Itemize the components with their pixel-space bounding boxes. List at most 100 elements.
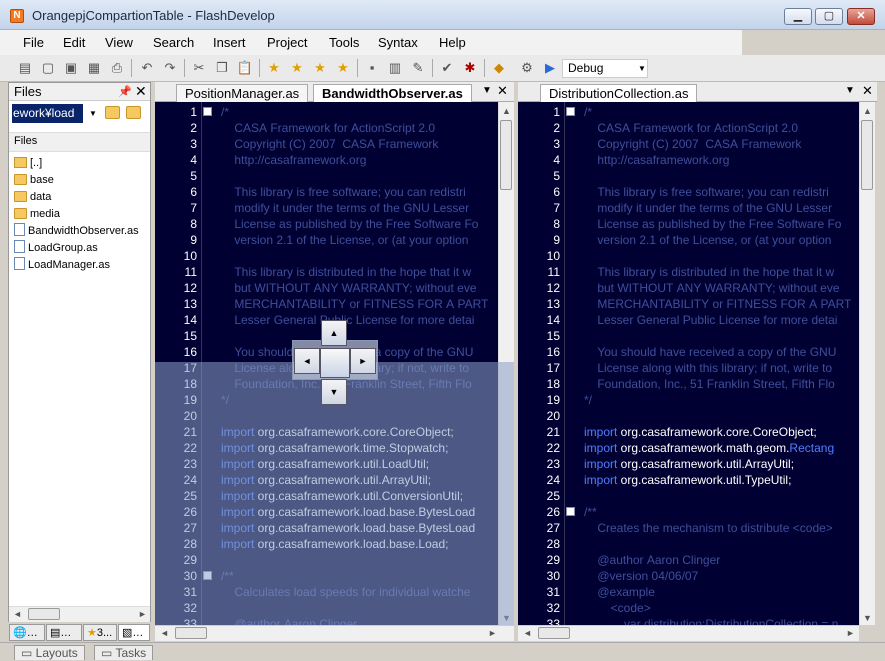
list-item[interactable]: LoadManager.as xyxy=(14,257,110,273)
code-line: MERCHANTABILITY or FITNESS FOR A PART xyxy=(584,296,851,312)
save-all-icon[interactable]: ▦ xyxy=(85,59,103,77)
bookmark-clear-icon[interactable]: ★ xyxy=(334,59,352,77)
menu-edit[interactable]: Edit xyxy=(63,33,85,52)
scrollbar-thumb[interactable] xyxy=(861,120,873,190)
code-text: Lesser General Public License for more d… xyxy=(584,313,838,327)
tab-bookmarks-panel[interactable]: ★3... xyxy=(83,624,117,641)
minimize-button[interactable]: ▁ xyxy=(784,8,812,25)
command-prompt-icon[interactable]: ▪ xyxy=(363,59,381,77)
new-file-icon[interactable]: ▤ xyxy=(16,59,34,77)
scroll-right-icon[interactable]: ► xyxy=(138,606,147,622)
list-item[interactable]: BandwidthObserver.as xyxy=(14,223,139,239)
tab-menu-icon[interactable]: ▼ xyxy=(845,85,855,96)
line-number: 11 xyxy=(184,265,197,279)
list-item[interactable]: LoadGroup.as xyxy=(14,240,98,256)
tab-position-manager[interactable]: PositionManager.as xyxy=(176,84,309,102)
list-item[interactable]: data xyxy=(14,189,51,205)
dock-right-icon[interactable]: ► xyxy=(350,348,376,374)
scroll-down-icon[interactable]: ▼ xyxy=(863,610,872,626)
paste-icon[interactable]: 📋 xyxy=(236,59,254,77)
dock-top-icon[interactable]: ▲ xyxy=(321,320,347,346)
code-line: */ xyxy=(584,392,592,408)
menu-search[interactable]: Search xyxy=(153,33,194,52)
tab-distribution-collection[interactable]: DistributionCollection.as xyxy=(540,84,698,102)
scrollbar-thumb[interactable] xyxy=(28,608,60,620)
line-number: 18 xyxy=(546,377,560,391)
menu-syntax[interactable]: Syntax xyxy=(378,33,418,52)
code-line: Foundation, Inc., 51 Franklin Street, Fi… xyxy=(584,376,834,392)
line-number: 28 xyxy=(546,537,560,551)
menu-view[interactable]: View xyxy=(105,33,133,52)
sync-folder-icon[interactable] xyxy=(126,106,141,119)
fold-toggle-icon[interactable] xyxy=(566,507,575,516)
tab-project-panel[interactable]: ▤… xyxy=(46,624,82,641)
project-box-icon[interactable]: ◆ xyxy=(490,59,508,77)
menu-project[interactable]: Project xyxy=(267,33,307,52)
tab-menu-icon[interactable]: ▼ xyxy=(482,85,492,96)
path-input[interactable]: ework¥load xyxy=(12,104,83,123)
menu-help[interactable]: Help xyxy=(439,33,466,52)
list-item[interactable]: base xyxy=(14,172,54,188)
scrollbar-thumb[interactable] xyxy=(538,627,570,639)
fold-toggle-icon[interactable] xyxy=(566,107,575,116)
dock-bottom-icon[interactable]: ▼ xyxy=(321,379,347,405)
close-button[interactable]: ✕ xyxy=(847,8,875,25)
toolbar-separator xyxy=(131,59,132,77)
chevron-down-icon[interactable]: ▼ xyxy=(636,59,648,78)
tools-icon[interactable]: ✎ xyxy=(409,59,427,77)
copy-icon[interactable]: ❐ xyxy=(213,59,231,77)
editor-left-horizontal-scrollbar[interactable] xyxy=(155,625,514,641)
settings-gear-icon[interactable]: ⚙ xyxy=(518,59,536,77)
tab-files-panel[interactable]: 🌐… xyxy=(9,624,45,641)
menu-file[interactable]: File xyxy=(23,33,44,52)
menu-insert[interactable]: Insert xyxy=(213,33,246,52)
cut-icon[interactable]: ✂ xyxy=(190,59,208,77)
bookmark-next-icon[interactable]: ★ xyxy=(288,59,306,77)
code-line: version 2.1 of the License, or (at your … xyxy=(221,232,468,248)
code-text: This library is distributed in the hope … xyxy=(584,265,835,279)
fold-toggle-icon[interactable] xyxy=(203,107,212,116)
bookmark-toggle-icon[interactable]: ★ xyxy=(265,59,283,77)
line-number: 24 xyxy=(546,473,560,487)
scroll-left-icon[interactable]: ◄ xyxy=(160,625,169,641)
layout-icon[interactable]: ▥ xyxy=(386,59,404,77)
tab-layouts[interactable]: ▭ Layouts xyxy=(14,645,85,660)
check-syntax-icon[interactable]: ✔ xyxy=(438,59,456,77)
scroll-left-icon[interactable]: ◄ xyxy=(523,625,532,641)
chevron-down-icon[interactable]: ▼ xyxy=(87,104,99,123)
browse-folder-icon[interactable] xyxy=(105,106,120,119)
tab-bandwidth-observer[interactable]: BandwidthObserver.as xyxy=(313,84,472,102)
list-item[interactable]: media xyxy=(14,206,60,222)
list-item[interactable]: [..] xyxy=(14,155,42,171)
menu-tools[interactable]: Tools xyxy=(329,33,359,52)
undo-icon[interactable]: ↶ xyxy=(138,59,156,77)
debug-bug-icon[interactable]: ✱ xyxy=(461,59,479,77)
scrollbar-thumb[interactable] xyxy=(175,627,207,639)
open-file-icon[interactable]: ▢ xyxy=(39,59,57,77)
close-icon[interactable]: ✕ xyxy=(135,83,147,100)
dock-center-icon[interactable] xyxy=(320,348,350,378)
close-icon[interactable]: ✕ xyxy=(497,83,508,99)
code-text: License as published by the Free Softwar… xyxy=(584,217,842,231)
redo-icon[interactable]: ↷ xyxy=(161,59,179,77)
scroll-up-icon[interactable]: ▲ xyxy=(502,103,511,119)
line-number: 3 xyxy=(553,137,560,151)
dock-left-icon[interactable]: ◄ xyxy=(294,348,320,374)
scroll-left-icon[interactable]: ◄ xyxy=(13,606,22,622)
code-text: http://casaframework.org xyxy=(584,153,730,167)
scroll-right-icon[interactable]: ► xyxy=(488,625,497,641)
bookmark-prev-icon[interactable]: ★ xyxy=(311,59,329,77)
close-icon[interactable]: ✕ xyxy=(862,83,873,99)
scroll-up-icon[interactable]: ▲ xyxy=(863,103,872,119)
tab-label: Tasks xyxy=(115,646,147,660)
scroll-right-icon[interactable]: ► xyxy=(846,625,855,641)
scrollbar-thumb[interactable] xyxy=(500,120,512,190)
tab-tasks[interactable]: ▭ Tasks xyxy=(94,645,154,660)
tab-outline-panel[interactable]: ▧… xyxy=(118,624,150,641)
maximize-button[interactable]: ▢ xyxy=(815,8,843,25)
save-icon[interactable]: ▣ xyxy=(62,59,80,77)
pin-icon[interactable]: 📌 xyxy=(118,85,132,98)
print-icon[interactable]: ⎙ xyxy=(108,59,126,77)
line-number: 33 xyxy=(546,617,560,625)
test-movie-play-icon[interactable]: ▶ xyxy=(541,59,559,77)
